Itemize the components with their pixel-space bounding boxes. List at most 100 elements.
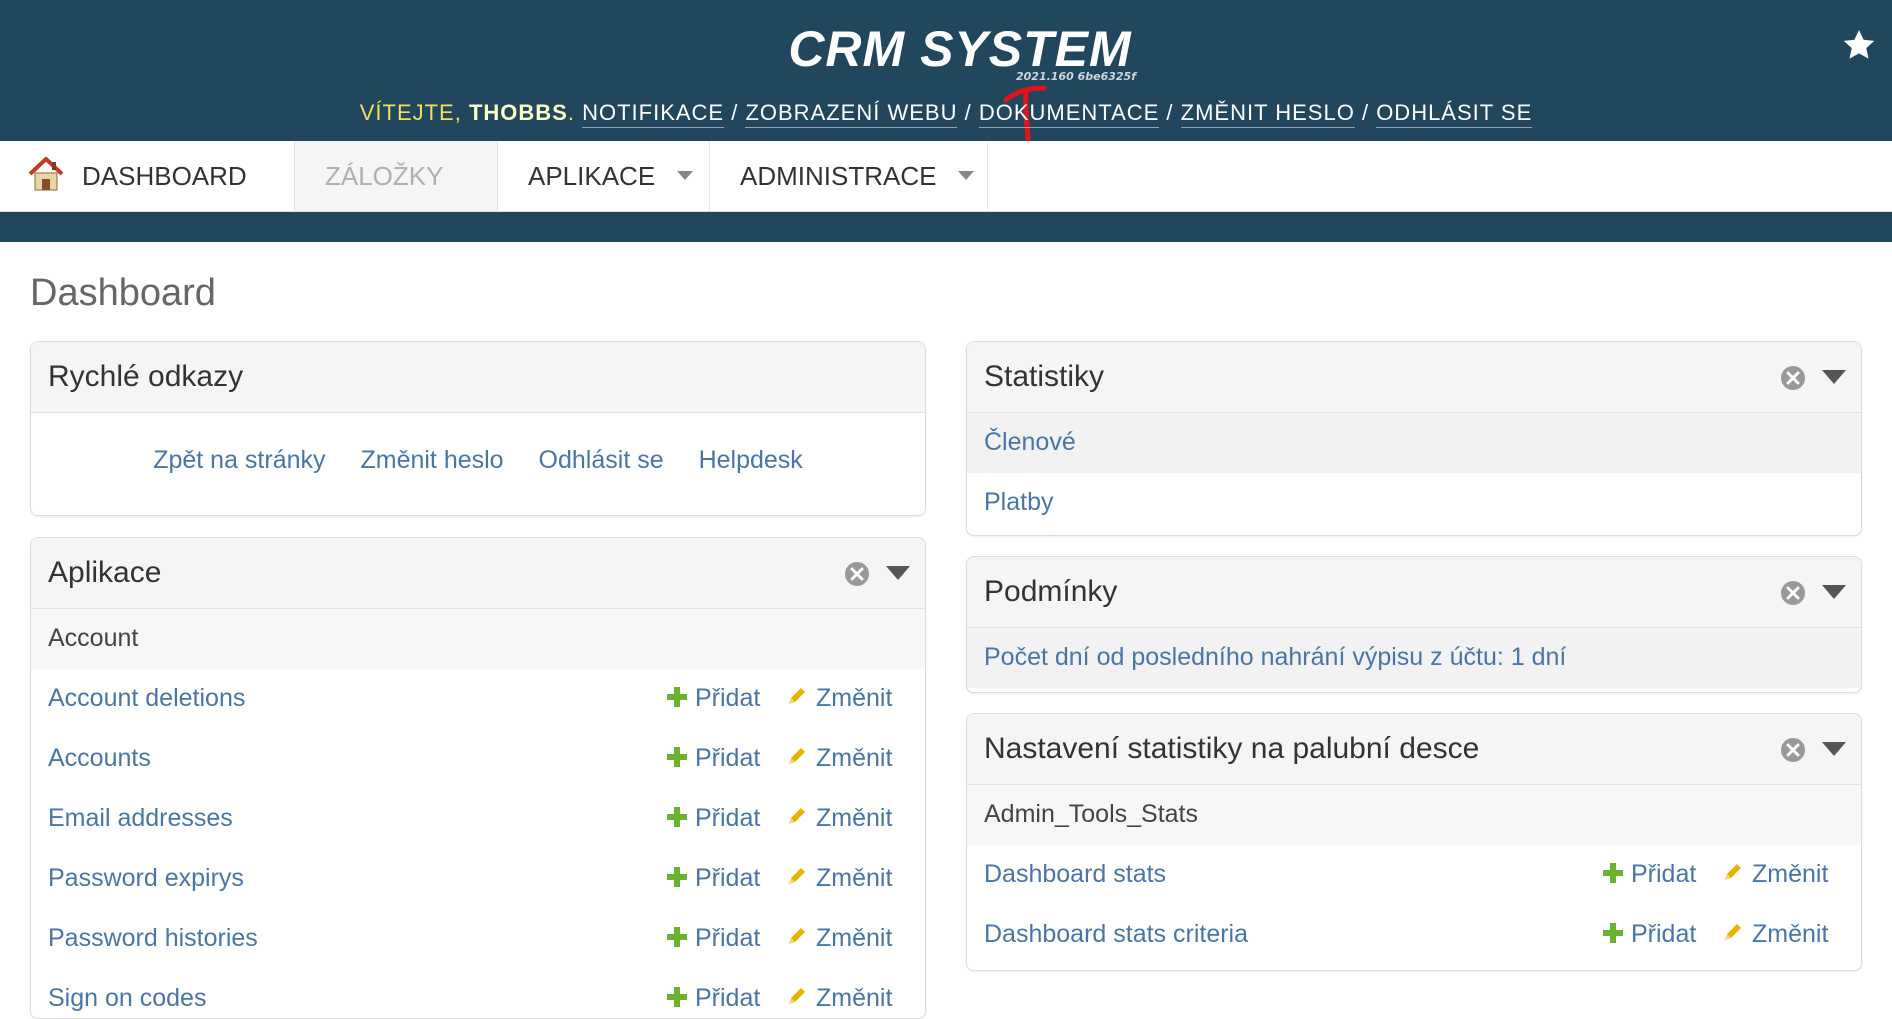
table-row: Accounts Přidat Změnit xyxy=(31,729,925,789)
add-button[interactable]: Přidat xyxy=(667,864,760,893)
add-button[interactable]: Přidat xyxy=(667,744,760,773)
nav-apps[interactable]: APLIKACE xyxy=(498,141,710,211)
documentation-link[interactable]: DOKUMENTACE xyxy=(978,100,1160,128)
close-icon[interactable] xyxy=(843,560,871,588)
view-site-link[interactable]: ZOBRAZENÍ WEBU xyxy=(745,100,958,128)
add-button[interactable]: Přidat xyxy=(667,804,760,833)
pencil-icon xyxy=(789,688,805,705)
separator: / xyxy=(724,100,746,125)
module-title: Rychlé odkazy xyxy=(48,360,244,393)
change-label: Změnit xyxy=(816,744,893,772)
plus-icon xyxy=(667,867,687,888)
model-link[interactable]: Accounts xyxy=(48,744,151,773)
main-nav: DASHBOARD ZÁLOŽKY APLIKACE ADMINISTRACE xyxy=(0,141,1892,212)
model-link[interactable]: Dashboard stats xyxy=(984,860,1166,889)
add-button[interactable]: Přidat xyxy=(667,684,760,713)
page-title: Dashboard xyxy=(30,272,216,314)
list-item: Platby xyxy=(967,473,1861,533)
members-link[interactable]: Členové xyxy=(984,428,1076,457)
close-icon[interactable] xyxy=(1779,736,1807,764)
add-button[interactable]: Přidat xyxy=(1603,860,1696,889)
user-tools: VÍTEJTE, THOBBS. NOTIFIKACE / ZOBRAZENÍ … xyxy=(0,100,1892,128)
add-label: Přidat xyxy=(1631,860,1697,888)
logout-link[interactable]: ODHLÁSIT SE xyxy=(1376,100,1533,128)
collapse-icon[interactable] xyxy=(1822,370,1846,384)
module-title: Nastavení statistiky na palubní desce xyxy=(984,732,1480,765)
change-label: Změnit xyxy=(1752,920,1829,948)
change-password-link[interactable]: ZMĚNIT HESLO xyxy=(1180,100,1355,128)
change-button[interactable]: Změnit xyxy=(786,924,892,953)
table-row: Account deletions Přidat Změnit xyxy=(31,669,925,729)
add-label: Přidat xyxy=(695,744,761,772)
add-button[interactable]: Přidat xyxy=(667,924,760,953)
apps-module: Aplikace Account Account deletions Přida… xyxy=(30,537,926,1019)
helpdesk-link[interactable]: Helpdesk xyxy=(699,446,803,474)
add-label: Přidat xyxy=(695,684,761,712)
model-link[interactable]: Email addresses xyxy=(48,804,233,833)
add-label: Přidat xyxy=(695,924,761,952)
welcome-suffix: . xyxy=(567,100,583,125)
plus-icon xyxy=(667,747,687,768)
username: THOBBS xyxy=(468,100,568,125)
pencil-icon xyxy=(1725,924,1741,941)
plus-icon xyxy=(1603,923,1623,944)
plus-icon xyxy=(667,807,687,828)
module-header: Nastavení statistiky na palubní desce xyxy=(967,714,1861,785)
separator: / xyxy=(1354,100,1377,125)
stats-module: Statistiky Členové Platby xyxy=(966,341,1862,536)
change-button[interactable]: Změnit xyxy=(786,744,892,773)
notifications-link[interactable]: NOTIFIKACE xyxy=(582,100,725,128)
nav-bookmarks-label: ZÁLOŽKY xyxy=(325,161,444,191)
model-link[interactable]: Password expirys xyxy=(48,864,244,893)
back-to-site-link[interactable]: Zpět na stránky xyxy=(153,446,325,474)
app-group-label[interactable]: Account xyxy=(48,624,138,653)
change-password-link[interactable]: Změnit heslo xyxy=(360,446,503,474)
nav-bookmarks[interactable]: ZÁLOŽKY xyxy=(295,141,498,211)
star-icon[interactable] xyxy=(1840,26,1878,64)
table-row: Dashboard stats Přidat Změnit xyxy=(967,845,1861,905)
change-button[interactable]: Změnit xyxy=(1722,860,1828,889)
module-title: Podmínky xyxy=(984,575,1118,608)
app-group-row: Account xyxy=(31,609,925,669)
change-label: Změnit xyxy=(816,984,893,1012)
module-header: Aplikace xyxy=(31,538,925,609)
pencil-icon xyxy=(789,928,805,945)
collapse-icon[interactable] xyxy=(1822,585,1846,599)
header: CRM SYSTEM 2021.160 6be6325f VÍTEJTE, TH… xyxy=(0,0,1892,155)
separator: / xyxy=(1159,100,1181,125)
add-button[interactable]: Přidat xyxy=(1603,920,1696,949)
chevron-down-icon xyxy=(958,170,975,180)
chevron-down-icon xyxy=(677,170,694,180)
collapse-icon[interactable] xyxy=(886,566,910,580)
model-link[interactable]: Account deletions xyxy=(48,684,245,713)
home-icon xyxy=(28,157,64,191)
close-icon[interactable] xyxy=(1779,579,1807,607)
pencil-icon xyxy=(789,988,805,1005)
model-link[interactable]: Sign on codes xyxy=(48,984,206,1013)
nav-admin[interactable]: ADMINISTRACE xyxy=(710,141,988,211)
logout-link[interactable]: Odhlásit se xyxy=(539,446,664,474)
add-button[interactable]: Přidat xyxy=(667,984,760,1013)
change-button[interactable]: Změnit xyxy=(786,684,892,713)
brand-title[interactable]: CRM SYSTEM xyxy=(0,20,1892,78)
nav-apps-label: APLIKACE xyxy=(528,161,656,191)
change-button[interactable]: Změnit xyxy=(786,864,892,893)
add-label: Přidat xyxy=(695,804,761,832)
list-item: Členové xyxy=(967,413,1861,473)
welcome-prefix: VÍTEJTE, xyxy=(359,100,469,125)
nav-dashboard[interactable]: DASHBOARD xyxy=(0,141,295,211)
condition-link[interactable]: Počet dní od posledního nahrání výpisu z… xyxy=(984,643,1566,672)
model-link[interactable]: Dashboard stats criteria xyxy=(984,920,1248,949)
change-button[interactable]: Změnit xyxy=(1722,920,1828,949)
pencil-icon xyxy=(789,808,805,825)
app-group-label[interactable]: Admin_Tools_Stats xyxy=(984,800,1198,829)
payments-link[interactable]: Platby xyxy=(984,488,1053,517)
change-label: Změnit xyxy=(1752,860,1829,888)
change-button[interactable]: Změnit xyxy=(786,804,892,833)
conditions-module: Podmínky Počet dní od posledního nahrání… xyxy=(966,556,1862,693)
close-icon[interactable] xyxy=(1779,364,1807,392)
change-button[interactable]: Změnit xyxy=(786,984,892,1013)
collapse-icon[interactable] xyxy=(1822,742,1846,756)
pencil-icon xyxy=(1725,864,1741,881)
model-link[interactable]: Password histories xyxy=(48,924,258,953)
